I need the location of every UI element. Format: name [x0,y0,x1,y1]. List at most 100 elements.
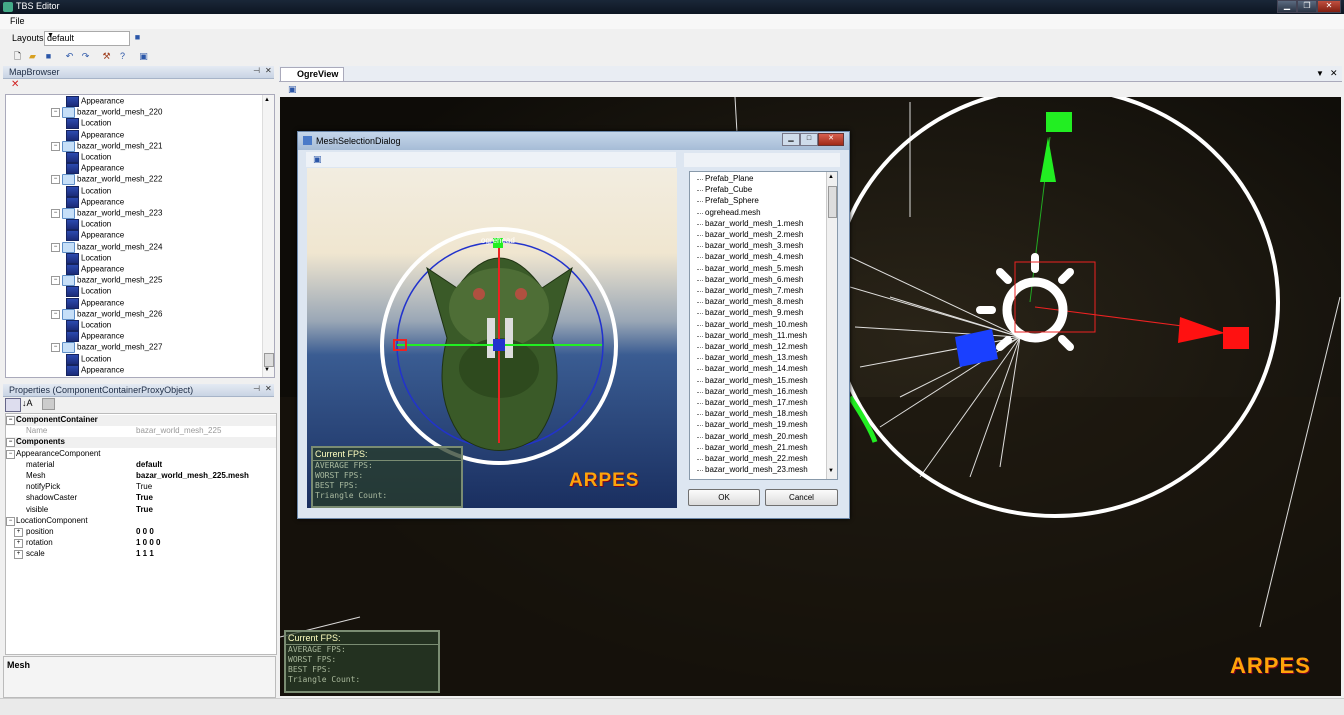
dialog-close-button[interactable]: ✕ [818,133,844,146]
tree-leaf[interactable]: Appearance [66,96,124,107]
tab-ogreview[interactable]: OgreView [280,67,344,81]
mesh-preview-viewport[interactable]: ogrehead Current FPS: AVERAGE FPS: WORST… [307,168,677,508]
alphabetical-icon[interactable]: ↓A [22,398,33,408]
tree-scrollbar[interactable]: ▲ ▼ [262,95,274,377]
expand-icon[interactable]: + [14,550,23,560]
tree-node[interactable]: − bazar_world_mesh_226 [51,308,162,320]
mesh-list-item[interactable]: Prefab_Plane [696,174,753,183]
new-file-icon[interactable]: 🗋 [12,51,23,62]
property-row[interactable]: − AppearanceComponent [6,449,276,460]
property-row[interactable]: + rotation 1 0 0 0 [6,538,276,549]
mesh-list-item[interactable]: bazar_world_mesh_15.mesh [697,376,808,385]
scroll-up-icon[interactable]: ▲ [828,174,834,180]
maximize-button[interactable]: ❐ [1297,0,1317,13]
tree-leaf[interactable]: Location [66,286,111,298]
tree-leaf[interactable]: Appearance [66,331,124,343]
open-folder-icon[interactable]: ▰ [27,51,38,62]
mesh-list-item[interactable]: bazar_world_mesh_22.mesh [697,454,808,463]
property-row[interactable]: notifyPick True [6,482,276,493]
mesh-list-item[interactable]: bazar_world_mesh_18.mesh [697,409,808,418]
collapse-icon[interactable]: − [51,141,60,151]
tools-icon[interactable]: ⚒ [101,51,112,62]
mesh-list-item[interactable]: ogrehead.mesh [697,208,761,217]
tree-leaf[interactable]: Location [66,252,111,264]
tree-leaf[interactable]: Location [66,118,111,130]
close-icon[interactable]: ✕ [265,66,272,75]
property-grid[interactable]: − ComponentContainer Name bazar_world_mesh_… [5,413,277,655]
undo-icon[interactable]: ↶ [64,51,75,62]
collapse-icon[interactable]: − [51,242,60,252]
screen-icon[interactable]: ▣ [138,51,149,62]
tree-node[interactable]: − bazar_world_mesh_221 [51,140,162,152]
tree-leaf[interactable]: Location [66,185,111,197]
property-row[interactable]: Name bazar_world_mesh_225 [6,426,276,437]
dialog-minimize-button[interactable]: ▁ [782,133,800,146]
mesh-list-item[interactable]: bazar_world_mesh_20.mesh [697,432,808,441]
mesh-list-item[interactable]: bazar_world_mesh_9.mesh [696,308,803,317]
scroll-down-icon[interactable]: ▼ [264,367,270,373]
property-pages-icon[interactable] [42,398,55,410]
tree-leaf[interactable]: Location [66,152,111,163]
mesh-list-item[interactable]: bazar_world_mesh_7.mesh [696,286,803,295]
property-row[interactable]: − Components [6,437,276,449]
tree-leaf[interactable]: Location [66,353,111,365]
mesh-list-item[interactable]: bazar_world_mesh_10.mesh [697,320,808,329]
property-row[interactable]: Mesh bazar_world_mesh_225.mesh [6,471,276,482]
collapse-icon[interactable]: − [51,108,60,118]
mesh-list-item[interactable]: bazar_world_mesh_11.mesh [696,331,807,340]
property-row[interactable]: − LocationComponent [6,516,276,527]
scroll-up-icon[interactable]: ▲ [264,97,270,103]
tree-leaf[interactable]: Appearance [66,230,124,242]
property-row[interactable]: + scale 1 1 1 [6,549,276,560]
property-value[interactable]: 0 0 0 [136,527,154,536]
mesh-list-item[interactable]: bazar_world_mesh_6.mesh [696,275,803,284]
mesh-list-item[interactable]: bazar_world_mesh_3.mesh [696,241,803,250]
mesh-list-item[interactable]: bazar_world_mesh_12.mesh [697,342,808,351]
pin-icon[interactable]: ⊣ [253,384,260,393]
close-icon[interactable]: ✕ [265,384,272,393]
screen-icon[interactable]: ▣ [288,84,297,95]
mesh-list-item[interactable]: bazar_world_mesh_21.mesh [697,443,808,452]
tree-node[interactable]: − bazar_world_mesh_220 [51,107,162,119]
menu-file[interactable]: File [10,16,25,26]
property-row[interactable]: − ComponentContainer [6,415,276,426]
save-layout-icon[interactable]: ■ [132,32,143,43]
tree-node[interactable]: − bazar_world_mesh_224 [51,241,162,253]
screen-icon[interactable]: ▣ [313,154,322,165]
ok-button[interactable]: OK [688,489,760,506]
minimize-button[interactable]: ▁ [1277,0,1297,13]
tree-leaf[interactable]: Appearance [66,264,124,275]
collapse-icon[interactable]: − [51,209,60,218]
tab-dropdown-icon[interactable]: ▼ [1316,69,1324,78]
tree-leaf[interactable]: Appearance [66,129,124,141]
mesh-list-item[interactable]: bazar_world_mesh_17.mesh [697,398,808,407]
collapse-icon[interactable]: − [6,516,15,526]
tree-node[interactable]: − bazar_world_mesh_223 [51,208,162,219]
property-value[interactable]: 1 0 0 0 [136,538,160,547]
collapse-icon[interactable]: − [51,309,60,319]
property-value[interactable]: True [136,505,153,514]
property-row[interactable]: shadowCaster True [6,493,276,504]
categorized-icon[interactable] [5,398,21,412]
collapse-icon[interactable]: − [6,416,15,425]
mesh-list-item[interactable]: Prefab_Sphere [697,196,759,205]
property-value[interactable]: 1 1 1 [136,549,154,558]
tree-node[interactable]: − bazar_world_mesh_227 [51,342,162,354]
mesh-list-item[interactable]: bazar_world_mesh_2.mesh [696,230,803,239]
scroll-thumb[interactable] [264,353,274,367]
mesh-list-item[interactable]: bazar_world_mesh_4.mesh [696,252,803,261]
collapse-icon[interactable]: − [51,175,60,185]
close-button[interactable]: ✕ [1317,0,1341,13]
mesh-list-item[interactable]: bazar_world_mesh_5.mesh [696,264,803,273]
mesh-list-item[interactable]: bazar_world_mesh_23.mesh [697,465,808,474]
scroll-thumb[interactable] [828,186,837,218]
layout-combo[interactable]: default ▼ [44,31,130,46]
delete-icon[interactable]: ✕ [11,79,19,90]
cancel-button[interactable]: Cancel [765,489,838,506]
tree-leaf[interactable]: Appearance [66,196,124,208]
pin-icon[interactable]: ⊣ [253,66,260,75]
tree-leaf[interactable]: Appearance [66,297,124,309]
mesh-list-item[interactable]: bazar_world_mesh_19.mesh [697,420,808,429]
mesh-list-item[interactable]: bazar_world_mesh_13.mesh [697,353,808,362]
dialog-maximize-button[interactable]: □ [800,133,818,146]
